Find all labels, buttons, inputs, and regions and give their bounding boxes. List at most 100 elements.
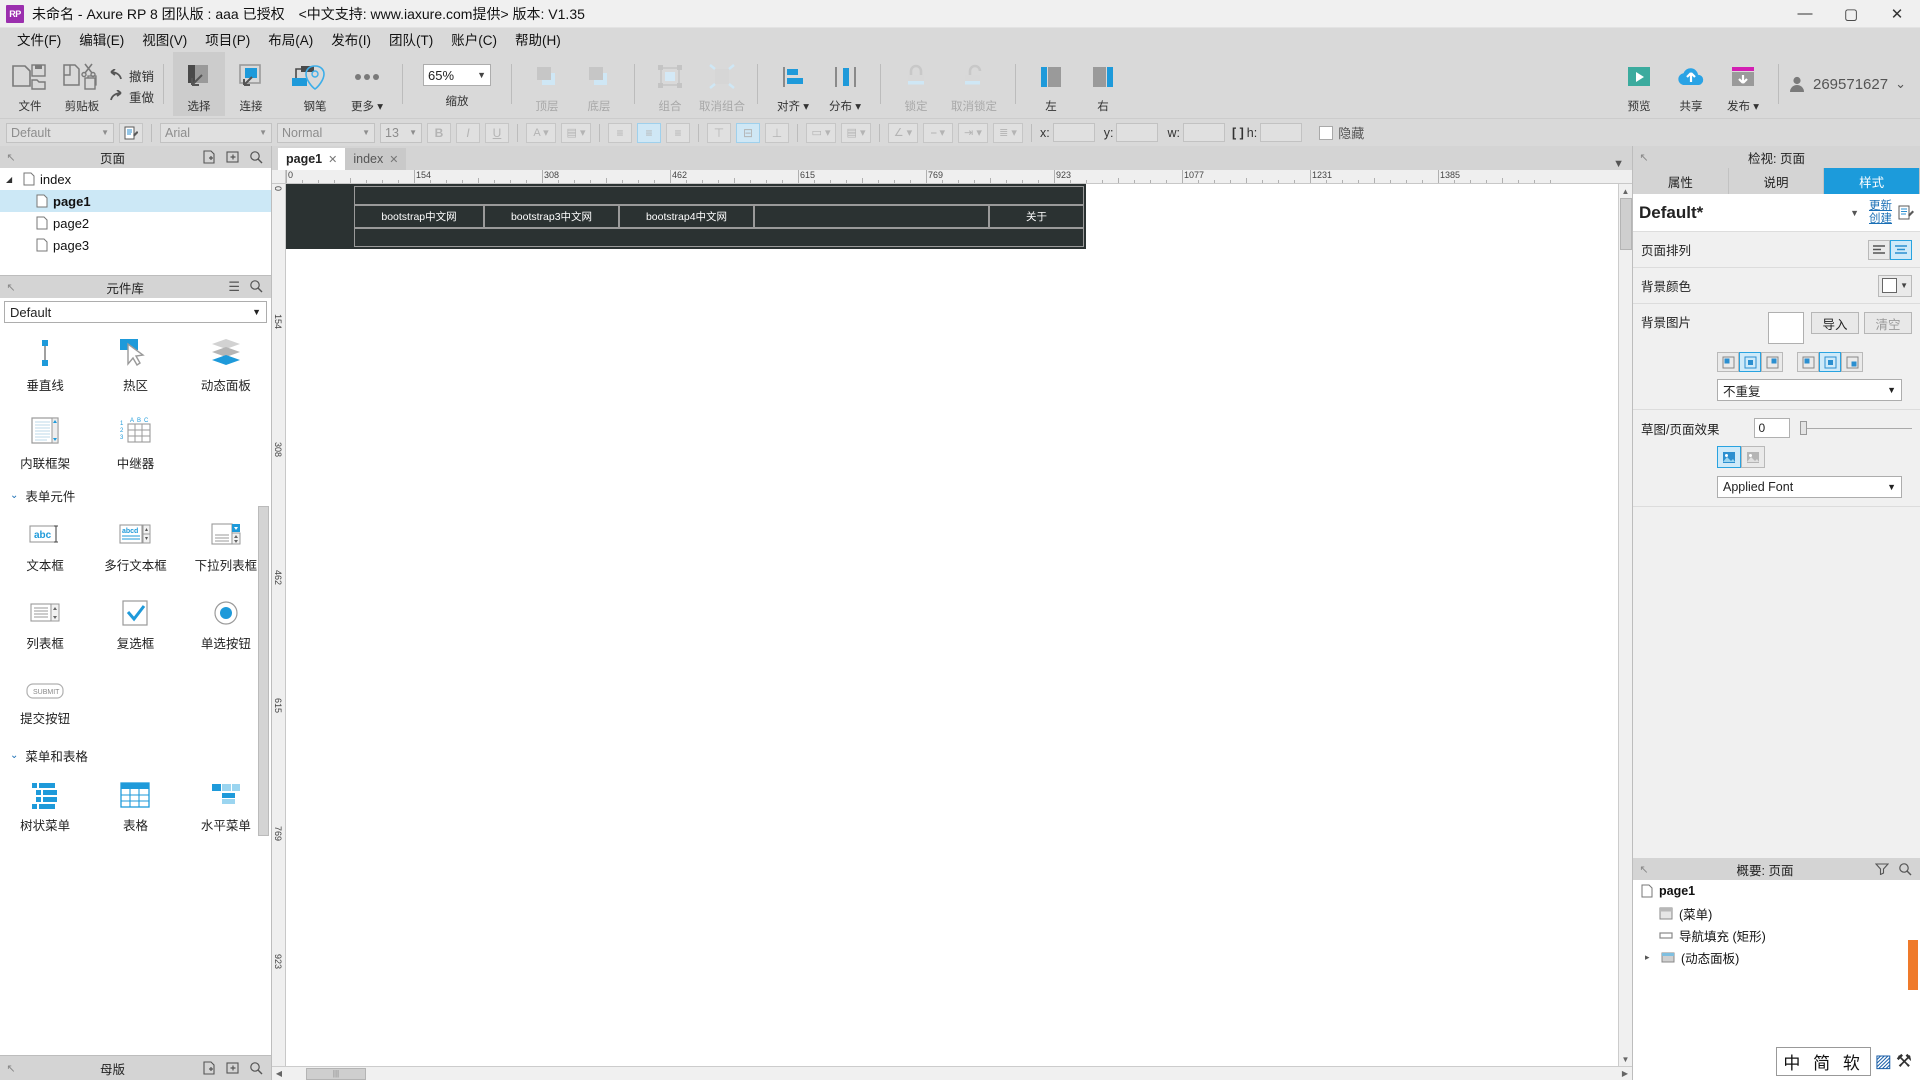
- line-spacing-button[interactable]: ≣ ▾: [993, 123, 1023, 143]
- tab-index[interactable]: index ✕: [345, 148, 406, 170]
- bg-align-left-toggle[interactable]: [1717, 352, 1739, 372]
- tab-style[interactable]: 样式: [1824, 168, 1920, 194]
- add-page-icon[interactable]: [203, 150, 217, 164]
- widget-checkbox[interactable]: 复选框: [90, 586, 180, 664]
- h-input[interactable]: [1260, 123, 1302, 142]
- share-button[interactable]: 共享: [1665, 52, 1717, 116]
- minimize-button[interactable]: —: [1782, 0, 1828, 28]
- fill-color-button[interactable]: ▤ ▾: [561, 123, 591, 143]
- align-right-button[interactable]: ≡: [666, 123, 690, 143]
- vertical-ruler[interactable]: 0154308462615769923: [272, 184, 286, 1066]
- menu-view[interactable]: 视图(V): [133, 27, 196, 51]
- page-tree-item-page1[interactable]: page1: [0, 190, 271, 212]
- nav-cell-2[interactable]: bootstrap3中文网: [484, 205, 619, 228]
- sketch-color-toggle[interactable]: [1717, 446, 1741, 468]
- nav-top-row[interactable]: [354, 186, 1084, 205]
- page-tree-item-page2[interactable]: page2: [0, 212, 271, 234]
- widget-repeater[interactable]: 123 ABC 中继器: [90, 404, 180, 482]
- nav-cell-1[interactable]: bootstrap中文网: [354, 205, 484, 228]
- valign-middle-button[interactable]: ⊟: [736, 123, 760, 143]
- design-canvas[interactable]: bootstrap中文网 bootstrap3中文网 bootstrap4中文网…: [286, 184, 1618, 1066]
- section-menu-widgets[interactable]: ⌄ 菜单和表格: [0, 742, 271, 768]
- library-scrollbar[interactable]: [258, 326, 269, 1055]
- scroll-up-icon[interactable]: ▲: [1619, 184, 1633, 198]
- x-input[interactable]: [1053, 123, 1095, 142]
- bg-align-center-toggle[interactable]: [1739, 352, 1761, 372]
- outline-item-menu[interactable]: (菜单): [1633, 902, 1920, 924]
- bold-button[interactable]: B: [427, 123, 451, 143]
- canvas-vertical-scrollbar[interactable]: ▲ ▼: [1618, 184, 1632, 1066]
- font-size-select[interactable]: 13 ▼: [380, 123, 422, 143]
- search-icon[interactable]: [249, 279, 263, 293]
- bg-valign-bottom-toggle[interactable]: [1841, 352, 1863, 372]
- library-select[interactable]: Default ▼: [4, 301, 267, 323]
- align-left-tool[interactable]: 左: [1025, 52, 1077, 116]
- collapse-arrow-icon[interactable]: ↖: [0, 151, 22, 164]
- nav-cell-3[interactable]: bootstrap4中文网: [619, 205, 754, 228]
- filter-icon[interactable]: [1875, 862, 1889, 875]
- collapse-arrow-icon[interactable]: ↖: [0, 281, 22, 294]
- send-to-back-tool[interactable]: 底层: [573, 52, 625, 116]
- group-tool[interactable]: 组合: [644, 52, 696, 116]
- maximize-button[interactable]: ▢: [1828, 0, 1874, 28]
- preview-button[interactable]: 预览: [1613, 52, 1665, 116]
- more-tool[interactable]: 更多 ▾: [341, 52, 393, 116]
- ungroup-tool[interactable]: 取消组合: [696, 52, 748, 116]
- valign-top-button[interactable]: ⊤: [707, 123, 731, 143]
- valign-bottom-button[interactable]: ⊥: [765, 123, 789, 143]
- style-editor-button[interactable]: [119, 123, 143, 143]
- y-input[interactable]: [1116, 123, 1158, 142]
- close-icon[interactable]: ✕: [389, 153, 398, 166]
- collapse-arrow-icon[interactable]: ↖: [1633, 151, 1655, 164]
- bring-to-front-tool[interactable]: 顶层: [521, 52, 573, 116]
- unlock-tool[interactable]: 取消锁定: [942, 52, 1006, 116]
- zoom-select[interactable]: 65% ▼: [423, 64, 491, 86]
- sketch-slider-knob[interactable]: [1800, 421, 1807, 435]
- widget-tree-menu[interactable]: 树状菜单: [0, 768, 90, 846]
- bg-image-preview[interactable]: [1768, 312, 1804, 344]
- align-left-button[interactable]: ≡: [608, 123, 632, 143]
- bg-repeat-select[interactable]: 不重复 ▼: [1717, 379, 1902, 401]
- tab-properties[interactable]: 属性: [1633, 168, 1729, 194]
- scroll-left-icon[interactable]: ◀: [272, 1067, 286, 1080]
- collapse-arrow-icon[interactable]: ↖: [1633, 863, 1655, 876]
- nav-bottom-row[interactable]: [354, 228, 1084, 247]
- bg-valign-top-toggle[interactable]: [1797, 352, 1819, 372]
- widget-vertical-line[interactable]: 垂直线: [0, 326, 90, 404]
- menu-account[interactable]: 账户(C): [442, 27, 506, 51]
- outline-root-item[interactable]: page1: [1633, 880, 1920, 902]
- w-input[interactable]: [1183, 123, 1225, 142]
- arrow-style-button[interactable]: ⇥ ▾: [958, 123, 988, 143]
- widget-hotspot[interactable]: 热区: [90, 326, 180, 404]
- pen-tool[interactable]: 钢笔: [289, 52, 341, 116]
- chevron-down-icon[interactable]: ▼: [1850, 208, 1859, 218]
- line-type-button[interactable]: ⎯ ▾: [923, 123, 953, 143]
- expander-icon[interactable]: ◢: [6, 175, 18, 184]
- tabs-collapse-button[interactable]: ▼: [1613, 158, 1632, 170]
- align-center-button[interactable]: ≡: [637, 123, 661, 143]
- vertical-scroll-thumb[interactable]: [1620, 198, 1632, 250]
- add-master-folder-icon[interactable]: [226, 1061, 240, 1075]
- widget-textarea[interactable]: abcd 多行文本框: [90, 508, 180, 586]
- widget-style-select[interactable]: Default ▼: [6, 123, 114, 143]
- align-page-center-toggle[interactable]: [1890, 240, 1912, 260]
- align-tool[interactable]: 对齐 ▾: [767, 52, 819, 116]
- align-page-left-toggle[interactable]: [1868, 240, 1890, 260]
- widget-textfield[interactable]: abc 文本框: [0, 508, 90, 586]
- scroll-down-icon[interactable]: ▼: [1619, 1052, 1633, 1066]
- font-color-button[interactable]: A ▾: [526, 123, 556, 143]
- close-button[interactable]: ✕: [1874, 0, 1920, 28]
- widget-submit-button[interactable]: SUBMIT 提交按钮: [0, 664, 90, 742]
- tab-page1[interactable]: page1 ✕: [278, 148, 345, 170]
- lock-tool[interactable]: 锁定: [890, 52, 942, 116]
- hamburger-menu-icon[interactable]: ☰: [228, 279, 240, 295]
- menu-edit[interactable]: 编辑(E): [70, 27, 133, 51]
- menu-project[interactable]: 项目(P): [196, 27, 259, 51]
- distribute-tool[interactable]: 分布 ▾: [819, 52, 871, 116]
- search-icon[interactable]: [249, 1061, 263, 1075]
- hidden-checkbox[interactable]: [1319, 126, 1333, 140]
- sketch-grayscale-toggle[interactable]: [1741, 446, 1765, 468]
- bg-valign-middle-toggle[interactable]: [1819, 352, 1841, 372]
- canvas-horizontal-scrollbar[interactable]: ◀ ||| ▶: [272, 1066, 1632, 1080]
- style-update-link[interactable]: 更新: [1869, 200, 1892, 213]
